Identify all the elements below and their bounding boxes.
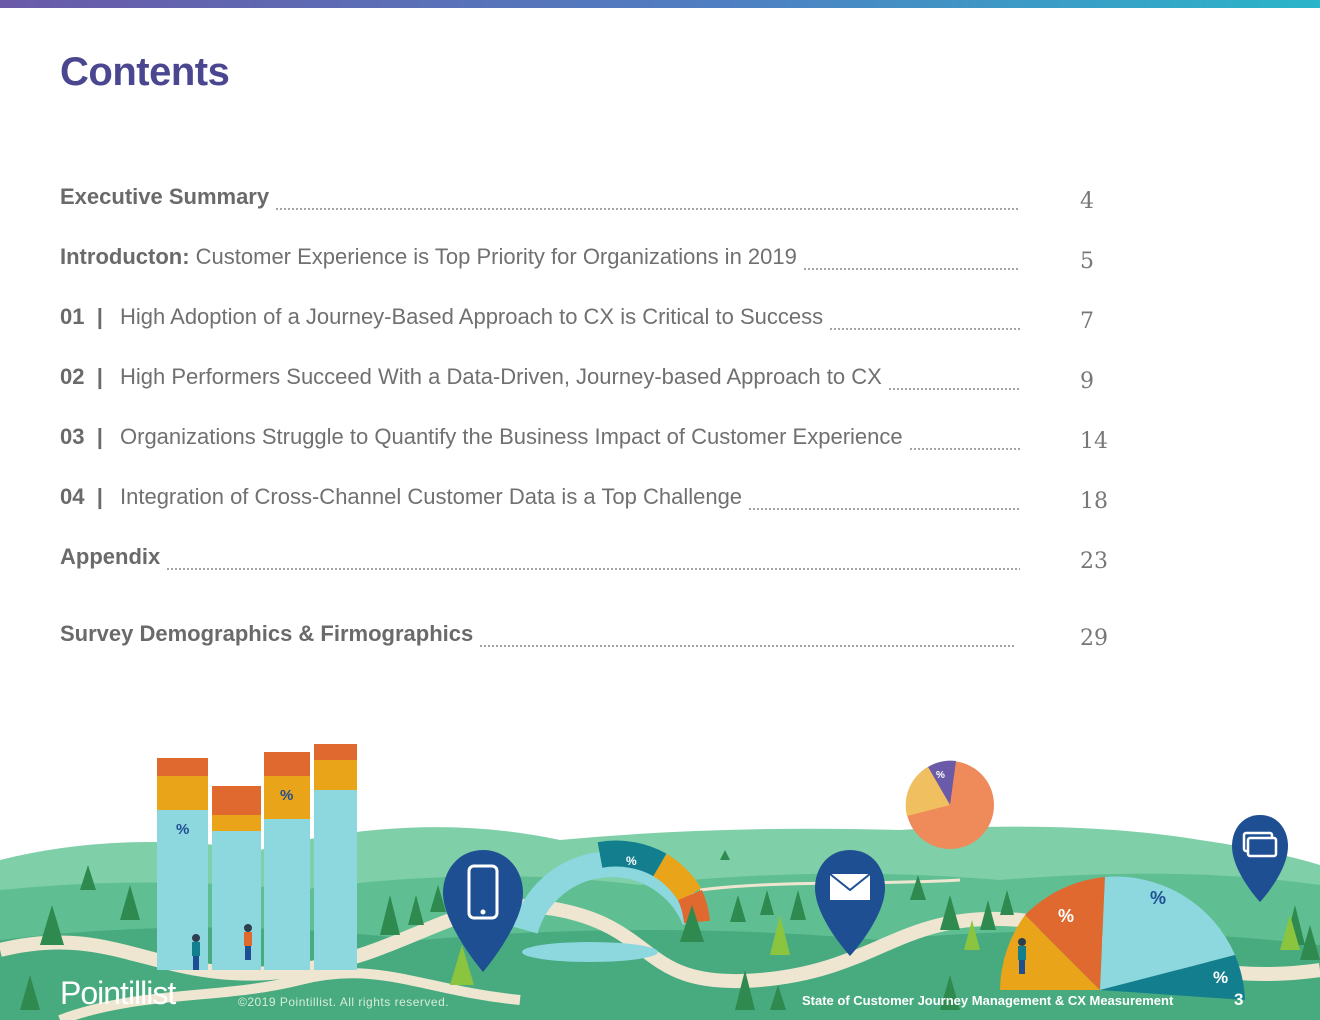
toc-entry-survey-demographics[interactable]: Survey Demographics & Firmographics 29 bbox=[60, 621, 1120, 655]
dot-leader bbox=[908, 448, 1020, 450]
dot-leader bbox=[802, 268, 1020, 270]
copyright-text: ©2019 Pointillist. All rights reserved. bbox=[238, 995, 450, 1009]
percent-label: % bbox=[626, 854, 637, 868]
toc-page-number: 14 bbox=[1080, 428, 1108, 454]
report-title: State of Customer Journey Management & C… bbox=[802, 993, 1174, 1008]
toc-page-number: 4 bbox=[1080, 188, 1094, 214]
percent-label: % bbox=[176, 821, 189, 838]
pie-chart-ball bbox=[905, 760, 994, 849]
toc-entry-appendix[interactable]: Appendix 23 bbox=[60, 544, 1120, 578]
dot-leader bbox=[887, 388, 1020, 390]
person-figure bbox=[192, 934, 200, 970]
toc-page-number: 7 bbox=[1080, 308, 1094, 334]
percent-label: % bbox=[1058, 906, 1074, 926]
toc-entry-lead: Introducton: bbox=[60, 244, 190, 269]
percent-label: % bbox=[1213, 968, 1228, 987]
dot-leader bbox=[748, 508, 1020, 510]
toc-entry-title: Integration of Cross-Channel Customer Da… bbox=[120, 484, 743, 509]
toc-entry-title: Executive Summary bbox=[60, 184, 270, 209]
page-title: Contents bbox=[60, 50, 230, 94]
bar-towers bbox=[157, 744, 357, 970]
dot-leader bbox=[275, 208, 1020, 210]
toc-entry-section-01[interactable]: 01 | High Adoption of a Journey-Based Ap… bbox=[60, 304, 1120, 338]
toc-entry-title: Customer Experience is Top Priority for … bbox=[189, 244, 797, 269]
page-number: 3 bbox=[1234, 990, 1244, 1009]
toc-entry-introduction[interactable]: Introducton: Customer Experience is Top … bbox=[60, 244, 1120, 278]
toc-entry-title: Survey Demographics & Firmographics bbox=[60, 621, 474, 646]
toc-entry-executive-summary[interactable]: Executive Summary 4 bbox=[60, 184, 1120, 218]
toc-entry-section-04[interactable]: 04 | Integration of Cross-Channel Custom… bbox=[60, 484, 1120, 518]
landscape-illustration: % % % % % % % bbox=[0, 744, 1320, 1020]
dot-leader bbox=[829, 328, 1020, 330]
toc-page-number: 29 bbox=[1080, 625, 1108, 651]
dot-leader bbox=[166, 568, 1020, 570]
toc-page-number: 23 bbox=[1080, 548, 1108, 574]
toc-section-number: 02 | bbox=[60, 364, 103, 389]
pond bbox=[522, 942, 658, 962]
person-figure bbox=[1018, 938, 1026, 974]
toc-section-number: 03 | bbox=[60, 424, 103, 449]
toc-entry-section-02[interactable]: 02 | High Performers Succeed With a Data… bbox=[60, 364, 1120, 398]
top-gradient-bar bbox=[0, 0, 1320, 8]
dot-leader bbox=[479, 645, 1015, 647]
toc-entry-section-03[interactable]: 03 | Organizations Struggle to Quantify … bbox=[60, 424, 1120, 458]
toc-section-number: 04 | bbox=[60, 484, 103, 509]
toc-entry-title: Appendix bbox=[60, 544, 161, 569]
toc-page-number: 5 bbox=[1080, 248, 1094, 274]
toc-entry-title: High Performers Succeed With a Data-Driv… bbox=[120, 364, 882, 389]
toc-page-number: 9 bbox=[1080, 368, 1094, 394]
person-figure bbox=[244, 924, 252, 960]
percent-label: % bbox=[1150, 888, 1166, 908]
pointillist-logo: Pointillist bbox=[60, 975, 176, 1011]
toc-entry-title: High Adoption of a Journey-Based Approac… bbox=[120, 304, 824, 329]
toc-entry-title: Organizations Struggle to Quantify the B… bbox=[120, 424, 903, 449]
toc-page-number: 18 bbox=[1080, 488, 1108, 514]
percent-label: % bbox=[936, 770, 945, 781]
percent-label: % bbox=[280, 787, 293, 804]
toc-section-number: 01 | bbox=[60, 304, 103, 329]
